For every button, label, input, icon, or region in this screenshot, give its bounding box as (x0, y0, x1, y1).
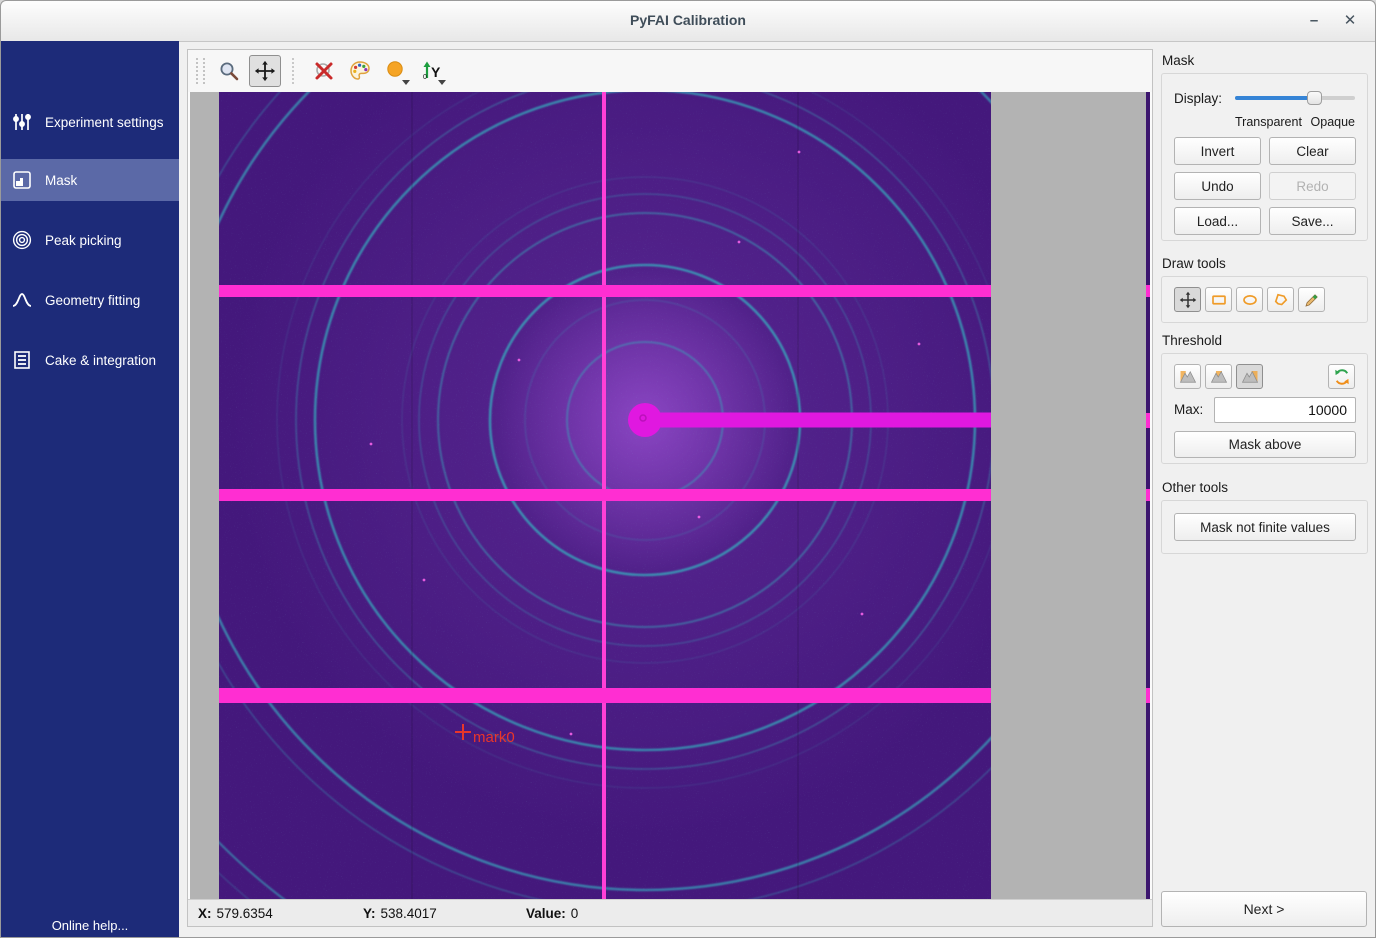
rectangle-tool-icon (1210, 291, 1228, 309)
display-label: Display: (1174, 91, 1222, 106)
online-help-link[interactable]: Online help... (1, 918, 179, 933)
slider-fill (1235, 96, 1314, 100)
slider-handle[interactable] (1307, 91, 1322, 105)
sidebar-item-label: Geometry fitting (45, 293, 140, 308)
plot-area[interactable]: mark0 (190, 92, 1150, 900)
mask-section-title: Mask (1162, 53, 1194, 68)
dropdown-arrow-icon (402, 80, 410, 85)
pan-icon (254, 60, 276, 82)
window-title: PyFAI Calibration (1, 12, 1375, 28)
polygon-tool-button[interactable] (1267, 287, 1294, 312)
colormap-palette-icon (349, 60, 371, 82)
crosshair-button[interactable] (308, 55, 340, 87)
save-button[interactable]: Save... (1269, 207, 1356, 235)
mask-color-icon (385, 60, 407, 82)
sidebar-item-label: Cake & integration (45, 353, 156, 368)
load-button[interactable]: Load... (1174, 207, 1261, 235)
clear-button[interactable]: Clear (1269, 137, 1356, 165)
y-axis-orientation-icon: Y 0 (421, 60, 443, 82)
redo-button: Redo (1269, 172, 1356, 200)
svg-text:0: 0 (423, 74, 427, 81)
rectangle-tool-button[interactable] (1205, 287, 1232, 312)
zoom-mode-button[interactable] (213, 55, 245, 87)
sidebar-item-cake-integration[interactable]: Cake & integration (1, 339, 179, 381)
sidebar-item-peak-picking[interactable]: Peak picking (1, 219, 179, 261)
cake-integration-icon (11, 349, 33, 371)
mask-not-finite-button[interactable]: Mask not finite values (1174, 513, 1356, 541)
pencil-tool-button[interactable] (1298, 287, 1325, 312)
sidebar-item-mask[interactable]: Mask (1, 159, 179, 201)
ellipse-tool-button[interactable] (1236, 287, 1263, 312)
next-button[interactable]: Next > (1161, 891, 1367, 927)
crosshair-disabled-icon (313, 60, 335, 82)
minimize-button[interactable]: – (1301, 9, 1327, 33)
mask-groupbox: Display: Transparent Opaque Invert Clear… (1161, 73, 1368, 241)
transparent-label: Transparent (1235, 115, 1302, 129)
sidebar: Experiment settings Mask Peak picking Ge… (1, 41, 179, 938)
draw-tools-groupbox (1161, 276, 1368, 323)
pan-tool-button[interactable] (1174, 287, 1201, 312)
mask-below-threshold-button[interactable] (1174, 364, 1201, 389)
histogram-above-icon (1241, 368, 1259, 386)
pan-mode-button[interactable] (249, 55, 281, 87)
mask-above-button[interactable]: Mask above (1174, 431, 1356, 458)
refresh-threshold-button[interactable] (1328, 364, 1355, 389)
max-threshold-input[interactable] (1214, 397, 1356, 423)
cursor-x-readout: X:579.6354 (198, 906, 363, 921)
toolbar-separator (292, 58, 297, 84)
draw-tools-title: Draw tools (1162, 256, 1226, 271)
histogram-between-icon (1210, 368, 1228, 386)
plot-statusbar: X:579.6354 Y:538.4017 Value:0 (188, 899, 1152, 926)
refresh-icon (1333, 368, 1351, 386)
other-tools-title: Other tools (1162, 480, 1228, 495)
toolbar-handle[interactable] (196, 58, 205, 84)
sidebar-item-experiment-settings[interactable]: Experiment settings (1, 101, 179, 143)
title-bar: PyFAI Calibration – ✕ (1, 1, 1375, 42)
max-label: Max: (1174, 402, 1203, 417)
opaque-label: Opaque (1311, 115, 1355, 129)
display-slider[interactable] (1235, 90, 1355, 106)
mask-above-threshold-button[interactable] (1236, 364, 1263, 389)
svg-text:mark0: mark0 (473, 729, 515, 746)
colormap-button[interactable] (344, 55, 376, 87)
cursor-value-readout: Value:0 (526, 906, 578, 921)
image-edge-strip (1146, 92, 1150, 900)
sidebar-item-label: Mask (45, 173, 77, 188)
dropdown-arrow-icon (438, 80, 446, 85)
sidebar-item-label: Experiment settings (45, 115, 164, 130)
mask-between-threshold-button[interactable] (1205, 364, 1232, 389)
plot-toolbar: Y 0 (188, 50, 1152, 92)
threshold-title: Threshold (1162, 333, 1222, 348)
mask-color-button[interactable] (380, 55, 412, 87)
close-button[interactable]: ✕ (1337, 9, 1363, 33)
plot-widget: Y 0 (187, 49, 1153, 927)
svg-text:Y: Y (431, 64, 441, 80)
pan-tool-icon (1179, 291, 1197, 309)
y-axis-orientation-button[interactable]: Y 0 (416, 55, 448, 87)
peak-picking-icon (11, 229, 33, 251)
geometry-fitting-icon (11, 289, 33, 311)
zoom-icon (218, 60, 240, 82)
sliders-icon (11, 111, 33, 133)
histogram-below-icon (1179, 368, 1197, 386)
sidebar-item-geometry-fitting[interactable]: Geometry fitting (1, 279, 179, 321)
mask-icon (11, 169, 33, 191)
app-window: PyFAI Calibration – ✕ Experiment setting… (0, 0, 1376, 938)
polygon-tool-icon (1272, 291, 1290, 309)
ellipse-tool-icon (1241, 291, 1259, 309)
invert-button[interactable]: Invert (1174, 137, 1261, 165)
pencil-tool-icon (1303, 291, 1321, 309)
other-tools-groupbox: Mask not finite values (1161, 500, 1368, 554)
threshold-groupbox: Max: Mask above (1161, 353, 1368, 464)
sidebar-item-label: Peak picking (45, 233, 122, 248)
diffraction-image[interactable]: mark0 (219, 92, 991, 900)
undo-button[interactable]: Undo (1174, 172, 1261, 200)
cursor-y-readout: Y:538.4017 (363, 906, 526, 921)
